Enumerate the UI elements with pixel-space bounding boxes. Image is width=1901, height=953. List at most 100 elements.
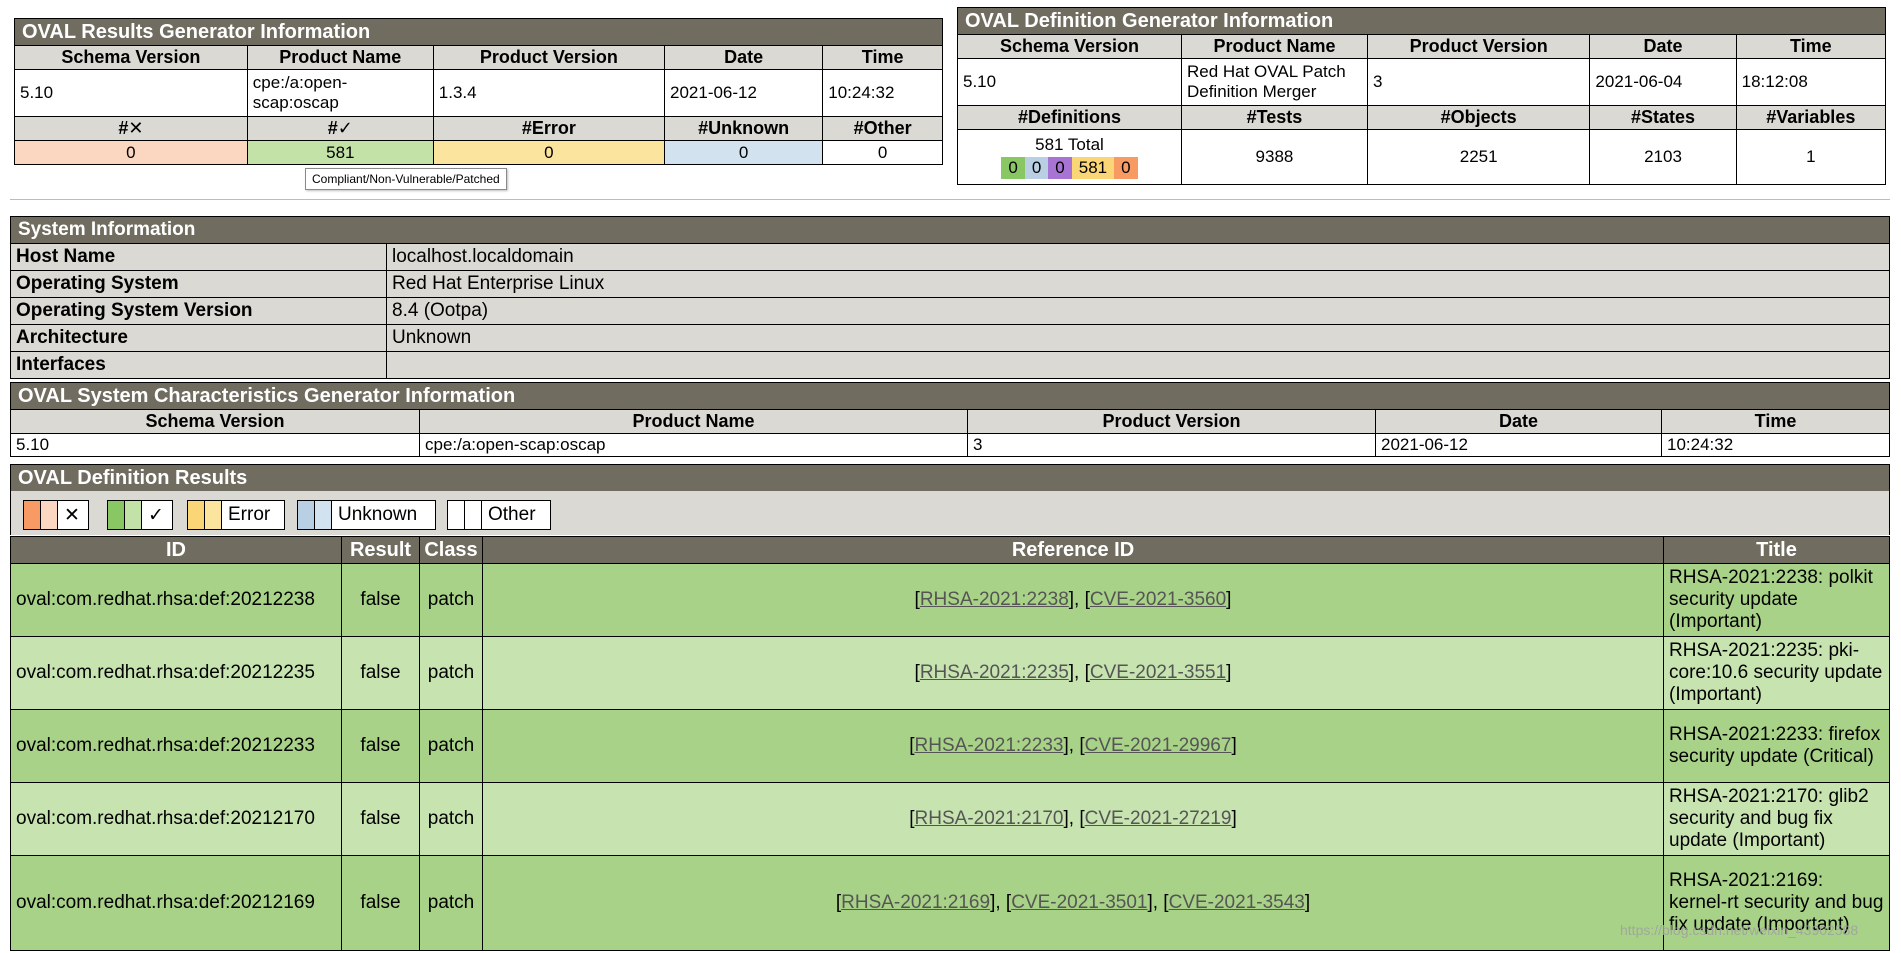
reference-link[interactable]: CVE-2021-3501 (1011, 892, 1147, 913)
reference-link[interactable]: RHSA-2021:2169 (841, 892, 990, 913)
col-date: Date (1375, 409, 1662, 434)
col-variables: #Variables (1735, 105, 1887, 130)
col-id: ID (10, 536, 342, 564)
reference-link[interactable]: CVE-2021-3551 (1090, 662, 1226, 683)
count-error: 0 (432, 140, 666, 165)
definition-class: patch (419, 563, 483, 637)
tests-count: 9388 (1180, 129, 1368, 185)
col-states: #States (1589, 105, 1737, 130)
watermark: https://blog.csdn.net/weixin_43902588 (1620, 922, 1859, 938)
legend-true-label: ✓ (148, 504, 164, 526)
interfaces-value (386, 351, 1890, 379)
col-definitions: #Definitions (957, 105, 1182, 130)
count-vulnerability: 0 (1114, 157, 1138, 179)
col-product-version: Product Version (967, 409, 1376, 434)
definition-results-table: ID Result Class Reference ID Title oval:… (10, 536, 1890, 951)
date-value: 2021-06-12 (1375, 433, 1662, 457)
definition-class: patch (419, 855, 483, 951)
count-unknown: 0 (663, 140, 824, 165)
legend-true-swatch (108, 501, 125, 529)
objects-count: 2251 (1366, 129, 1591, 185)
count-compliance: 0 (1001, 157, 1025, 179)
legend-error-swatch-light (205, 501, 222, 529)
definition-id: oval:com.redhat.rhsa:def:20212235 (10, 636, 342, 710)
count-miscellaneous: 0 (1048, 157, 1072, 179)
col-product-name: Product Name (246, 45, 434, 70)
time-value: 10:24:32 (822, 69, 943, 117)
col-objects: #Objects (1366, 105, 1591, 130)
table-row: oval:com.redhat.rhsa:def:20212233 false … (10, 709, 1890, 783)
col-reference-id: Reference ID (482, 536, 1664, 564)
date-value: 2021-06-04 (1589, 58, 1737, 106)
legend-other-label: Other (488, 504, 536, 525)
definition-title: RHSA-2021:2238: polkit security update (… (1663, 563, 1890, 637)
reference-link[interactable]: RHSA-2021:2170 (915, 808, 1064, 829)
col-title: Title (1663, 536, 1890, 564)
definition-title: RHSA-2021:2233: firefox security update … (1663, 709, 1890, 783)
product-version-value: 3 (967, 433, 1376, 457)
time-value: 18:12:08 (1735, 58, 1887, 106)
product-version-value: 1.3.4 (432, 69, 666, 117)
col-time: Time (822, 45, 943, 70)
legend-unknown-swatch (298, 501, 315, 529)
system-characteristics-table: OVAL System Characteristics Generator In… (10, 382, 1890, 457)
definition-id: oval:com.redhat.rhsa:def:20212169 (10, 855, 342, 951)
definition-result: false (341, 855, 420, 951)
interfaces-label: Interfaces (10, 351, 387, 379)
reference-link[interactable]: RHSA-2021:2235 (920, 662, 1069, 683)
schema-version-value: 5.10 (14, 69, 248, 117)
col-count-error: #Error (432, 116, 666, 141)
col-count-unknown: #Unknown (663, 116, 824, 141)
count-true[interactable]: 581 (246, 140, 434, 165)
definition-class: patch (419, 636, 483, 710)
architecture-value: Unknown (386, 324, 1890, 352)
table-row: oval:com.redhat.rhsa:def:20212235 false … (10, 636, 1890, 710)
legend-false-swatch (24, 501, 41, 529)
reference-link[interactable]: CVE-2021-3543 (1169, 892, 1305, 913)
reference-ids: [RHSA-2021:2170], [CVE-2021-27219] (482, 782, 1664, 856)
os-version-value: 8.4 (Ootpa) (386, 297, 1890, 325)
col-schema-version: Schema Version (14, 45, 248, 70)
legend-unknown[interactable]: Unknown (297, 500, 436, 530)
table-row: oval:com.redhat.rhsa:def:20212238 false … (10, 563, 1890, 637)
definition-result: false (341, 636, 420, 710)
col-product-version: Product Version (1366, 34, 1591, 59)
legend-error-label: Error (228, 504, 271, 525)
col-count-false: #✕ (14, 116, 248, 141)
reference-link[interactable]: CVE-2021-3560 (1090, 589, 1226, 610)
time-value: 10:24:32 (1661, 433, 1890, 457)
reference-link[interactable]: CVE-2021-29967 (1085, 735, 1232, 756)
count-patch: 581 (1071, 157, 1115, 179)
os-version-label: Operating System Version (10, 297, 387, 325)
states-count: 2103 (1589, 129, 1737, 185)
col-product-name: Product Name (1180, 34, 1368, 59)
results-generator-title: OVAL Results Generator Information (14, 18, 943, 46)
definition-class-counts: 0 0 0 581 0 (963, 157, 1176, 179)
legend-other-swatch-light (465, 501, 482, 529)
col-count-other: #Other (822, 116, 943, 141)
reference-link[interactable]: RHSA-2021:2238 (920, 589, 1069, 610)
reference-link[interactable]: CVE-2021-27219 (1085, 808, 1232, 829)
reference-link[interactable]: RHSA-2021:2233 (915, 735, 1064, 756)
results-generator-table: OVAL Results Generator Information Schem… (14, 18, 943, 165)
definition-id: oval:com.redhat.rhsa:def:20212238 (10, 563, 342, 637)
schema-version-value: 5.10 (957, 58, 1182, 106)
col-class: Class (419, 536, 483, 564)
legend-error[interactable]: Error (187, 500, 285, 530)
product-name-value: cpe:/a:open-scap:oscap (419, 433, 968, 457)
tooltip: Compliant/Non-Vulnerable/Patched (305, 168, 507, 190)
count-false: 0 (14, 140, 248, 165)
reference-ids: [RHSA-2021:2233], [CVE-2021-29967] (482, 709, 1664, 783)
col-schema-version: Schema Version (957, 34, 1182, 59)
legend-other[interactable]: Other (447, 500, 551, 530)
definition-class: patch (419, 782, 483, 856)
legend-false[interactable]: ✕ (23, 500, 89, 530)
legend-true[interactable]: ✓ (107, 500, 173, 530)
col-time: Time (1735, 34, 1887, 59)
legend-false-label: ✕ (64, 504, 80, 526)
definition-results-title: OVAL Definition Results (10, 464, 1890, 492)
legend-false-swatch-light (41, 501, 58, 529)
col-result: Result (341, 536, 420, 564)
col-schema-version: Schema Version (10, 409, 420, 434)
product-version-value: 3 (1366, 58, 1591, 106)
